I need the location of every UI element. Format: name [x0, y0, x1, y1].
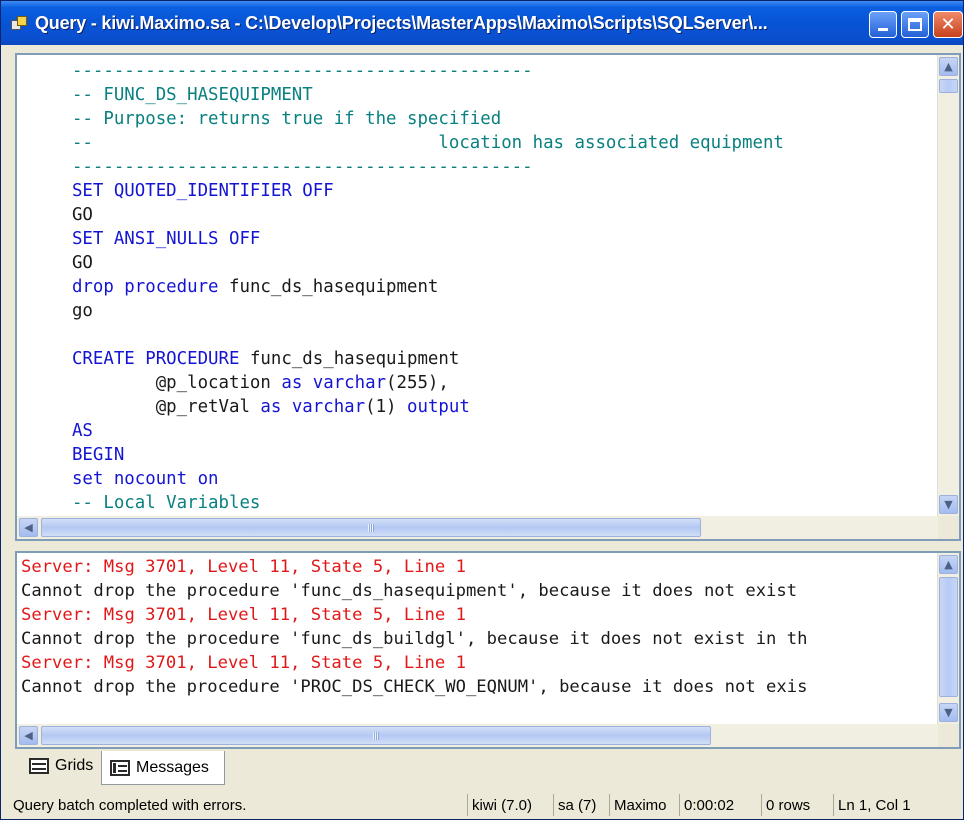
code-token: as varchar: [260, 397, 366, 417]
code-token: GO: [51, 205, 93, 225]
results-pane[interactable]: Server: Msg 3701, Level 11, State 5, Lin…: [15, 551, 961, 749]
status-bar: Query batch completed with errors. kiwi …: [9, 793, 961, 817]
tab-messages[interactable]: Messages: [101, 751, 225, 785]
message-line[interactable]: Cannot drop the procedure 'func_ds_haseq…: [21, 579, 937, 603]
code-token: output: [407, 397, 470, 417]
scroll-down-button[interactable]: ▼: [939, 495, 958, 514]
code-line[interactable]: SET ANSI_NULLS OFF: [51, 227, 931, 251]
tab-messages-label: Messages: [136, 758, 209, 776]
code-line[interactable]: drop procedure func_ds_hasequipment: [51, 275, 931, 299]
message-line[interactable]: Cannot drop the procedure 'func_ds_build…: [21, 627, 937, 651]
code-line[interactable]: ----------------------------------------…: [51, 59, 931, 83]
code-token: AS: [51, 421, 93, 441]
title-bar[interactable]: Query - kiwi.Maximo.sa - C:\Develop\Proj…: [1, 1, 963, 45]
code-token: @p_location: [51, 373, 282, 393]
results-horizontal-scrollbar[interactable]: ◀ ▶: [17, 724, 959, 747]
query-analyzer-icon: [11, 16, 29, 30]
code-line[interactable]: GO: [51, 203, 931, 227]
sql-code[interactable]: ----------------------------------------…: [51, 59, 931, 515]
code-line[interactable]: -- FUNC_DS_HASEQUIPMENT: [51, 83, 931, 107]
code-token: go: [51, 301, 93, 321]
code-token: func_ds_hasequipment: [249, 349, 460, 369]
code-token: SET QUOTED_IDENTIFIER OFF: [51, 181, 334, 201]
code-line[interactable]: @p_retVal as varchar(1) output: [51, 395, 931, 419]
status-cursor-position: Ln 1, Col 1: [833, 794, 961, 816]
code-line[interactable]: [51, 323, 931, 347]
pane-splitter[interactable]: [15, 541, 961, 551]
scroll-up-button[interactable]: ▲: [939, 57, 958, 76]
code-token: -- Local Variables: [51, 493, 261, 513]
code-line[interactable]: GO: [51, 251, 931, 275]
tab-grids-label: Grids: [55, 757, 94, 774]
scrollbar-corner: [938, 516, 959, 539]
status-database: Maximo: [609, 794, 679, 816]
message-line[interactable]: Cannot drop the procedure 'PROC_DS_CHECK…: [21, 675, 937, 699]
code-token: GO: [51, 253, 93, 273]
code-line[interactable]: ----------------------------------------…: [51, 155, 931, 179]
close-icon: ✕: [940, 13, 956, 35]
messages-icon: [110, 759, 130, 776]
query-editor[interactable]: ----------------------------------------…: [15, 53, 961, 541]
scrollbar-corner: [938, 724, 959, 747]
code-line[interactable]: -- Local Variables: [51, 491, 931, 515]
editor-horizontal-scrollbar[interactable]: ◀ ▶: [17, 516, 959, 539]
code-token: (255),: [386, 373, 449, 393]
window-title: Query - kiwi.Maximo.sa - C:\Develop\Proj…: [35, 12, 768, 33]
code-token: set nocount on: [51, 469, 219, 489]
code-line[interactable]: @p_location as varchar(255),: [51, 371, 931, 395]
code-token: @p_retVal: [51, 397, 261, 417]
close-button[interactable]: ✕: [933, 11, 963, 38]
maximize-button[interactable]: [901, 11, 929, 38]
minimize-button[interactable]: [869, 11, 897, 38]
grip-icon: [373, 732, 379, 740]
status-text: Query batch completed with errors.: [13, 796, 247, 814]
code-token: -- Purpose: returns true if the specifie…: [51, 109, 502, 129]
code-line[interactable]: SET QUOTED_IDENTIFIER OFF: [51, 179, 931, 203]
code-token: func_ds_hasequipment: [229, 277, 439, 297]
status-row-count: 0 rows: [761, 794, 833, 816]
code-token: BEGIN: [51, 445, 125, 465]
messages-output[interactable]: Server: Msg 3701, Level 11, State 5, Lin…: [21, 555, 937, 699]
code-line[interactable]: go: [51, 299, 931, 323]
status-user: sa (7): [553, 794, 609, 816]
scroll-thumb[interactable]: [939, 79, 958, 93]
error-message-line[interactable]: Server: Msg 3701, Level 11, State 5, Lin…: [21, 603, 937, 627]
grid-icon: [29, 758, 49, 774]
scroll-left-button[interactable]: ◀: [19, 726, 38, 745]
code-token: as varchar: [281, 373, 387, 393]
error-message-line[interactable]: Server: Msg 3701, Level 11, State 5, Lin…: [21, 651, 937, 675]
query-window: Query - kiwi.Maximo.sa - C:\Develop\Proj…: [0, 0, 964, 820]
code-token: -- location has associated equipment: [51, 133, 784, 153]
grip-icon: [368, 524, 374, 532]
tab-grids[interactable]: Grids: [15, 751, 105, 781]
results-tabs: Grids Messages: [15, 751, 961, 787]
code-line[interactable]: set nocount on: [51, 467, 931, 491]
code-line[interactable]: AS: [51, 419, 931, 443]
results-vertical-scrollbar[interactable]: ▲ ▼: [937, 553, 959, 724]
status-elapsed-time: 0:00:02: [679, 794, 761, 816]
code-line[interactable]: -- Purpose: returns true if the specifie…: [51, 107, 931, 131]
code-line[interactable]: CREATE PROCEDURE func_ds_hasequipment: [51, 347, 931, 371]
scroll-up-button[interactable]: ▲: [939, 555, 958, 574]
editor-vertical-scrollbar[interactable]: ▲ ▼: [937, 55, 959, 516]
scroll-thumb[interactable]: [939, 577, 958, 697]
scroll-down-button[interactable]: ▼: [939, 703, 958, 722]
code-token: (1): [365, 397, 407, 417]
scroll-left-button[interactable]: ◀: [19, 518, 38, 537]
code-token: -- FUNC_DS_HASEQUIPMENT: [51, 85, 313, 105]
minimize-icon: [878, 28, 888, 31]
code-token: ----------------------------------------…: [51, 157, 533, 177]
scroll-thumb[interactable]: [41, 518, 701, 537]
error-message-line[interactable]: Server: Msg 3701, Level 11, State 5, Lin…: [21, 555, 937, 579]
maximize-icon: [908, 18, 922, 31]
status-server: kiwi (7.0): [467, 794, 553, 816]
code-token: ----------------------------------------…: [51, 61, 533, 81]
code-line[interactable]: -- location has associated equipment: [51, 131, 931, 155]
code-token: SET ANSI_NULLS OFF: [51, 229, 261, 249]
scroll-thumb[interactable]: [41, 726, 711, 745]
code-token: drop procedure: [51, 277, 229, 297]
code-token: CREATE PROCEDURE: [51, 349, 250, 369]
code-line[interactable]: BEGIN: [51, 443, 931, 467]
